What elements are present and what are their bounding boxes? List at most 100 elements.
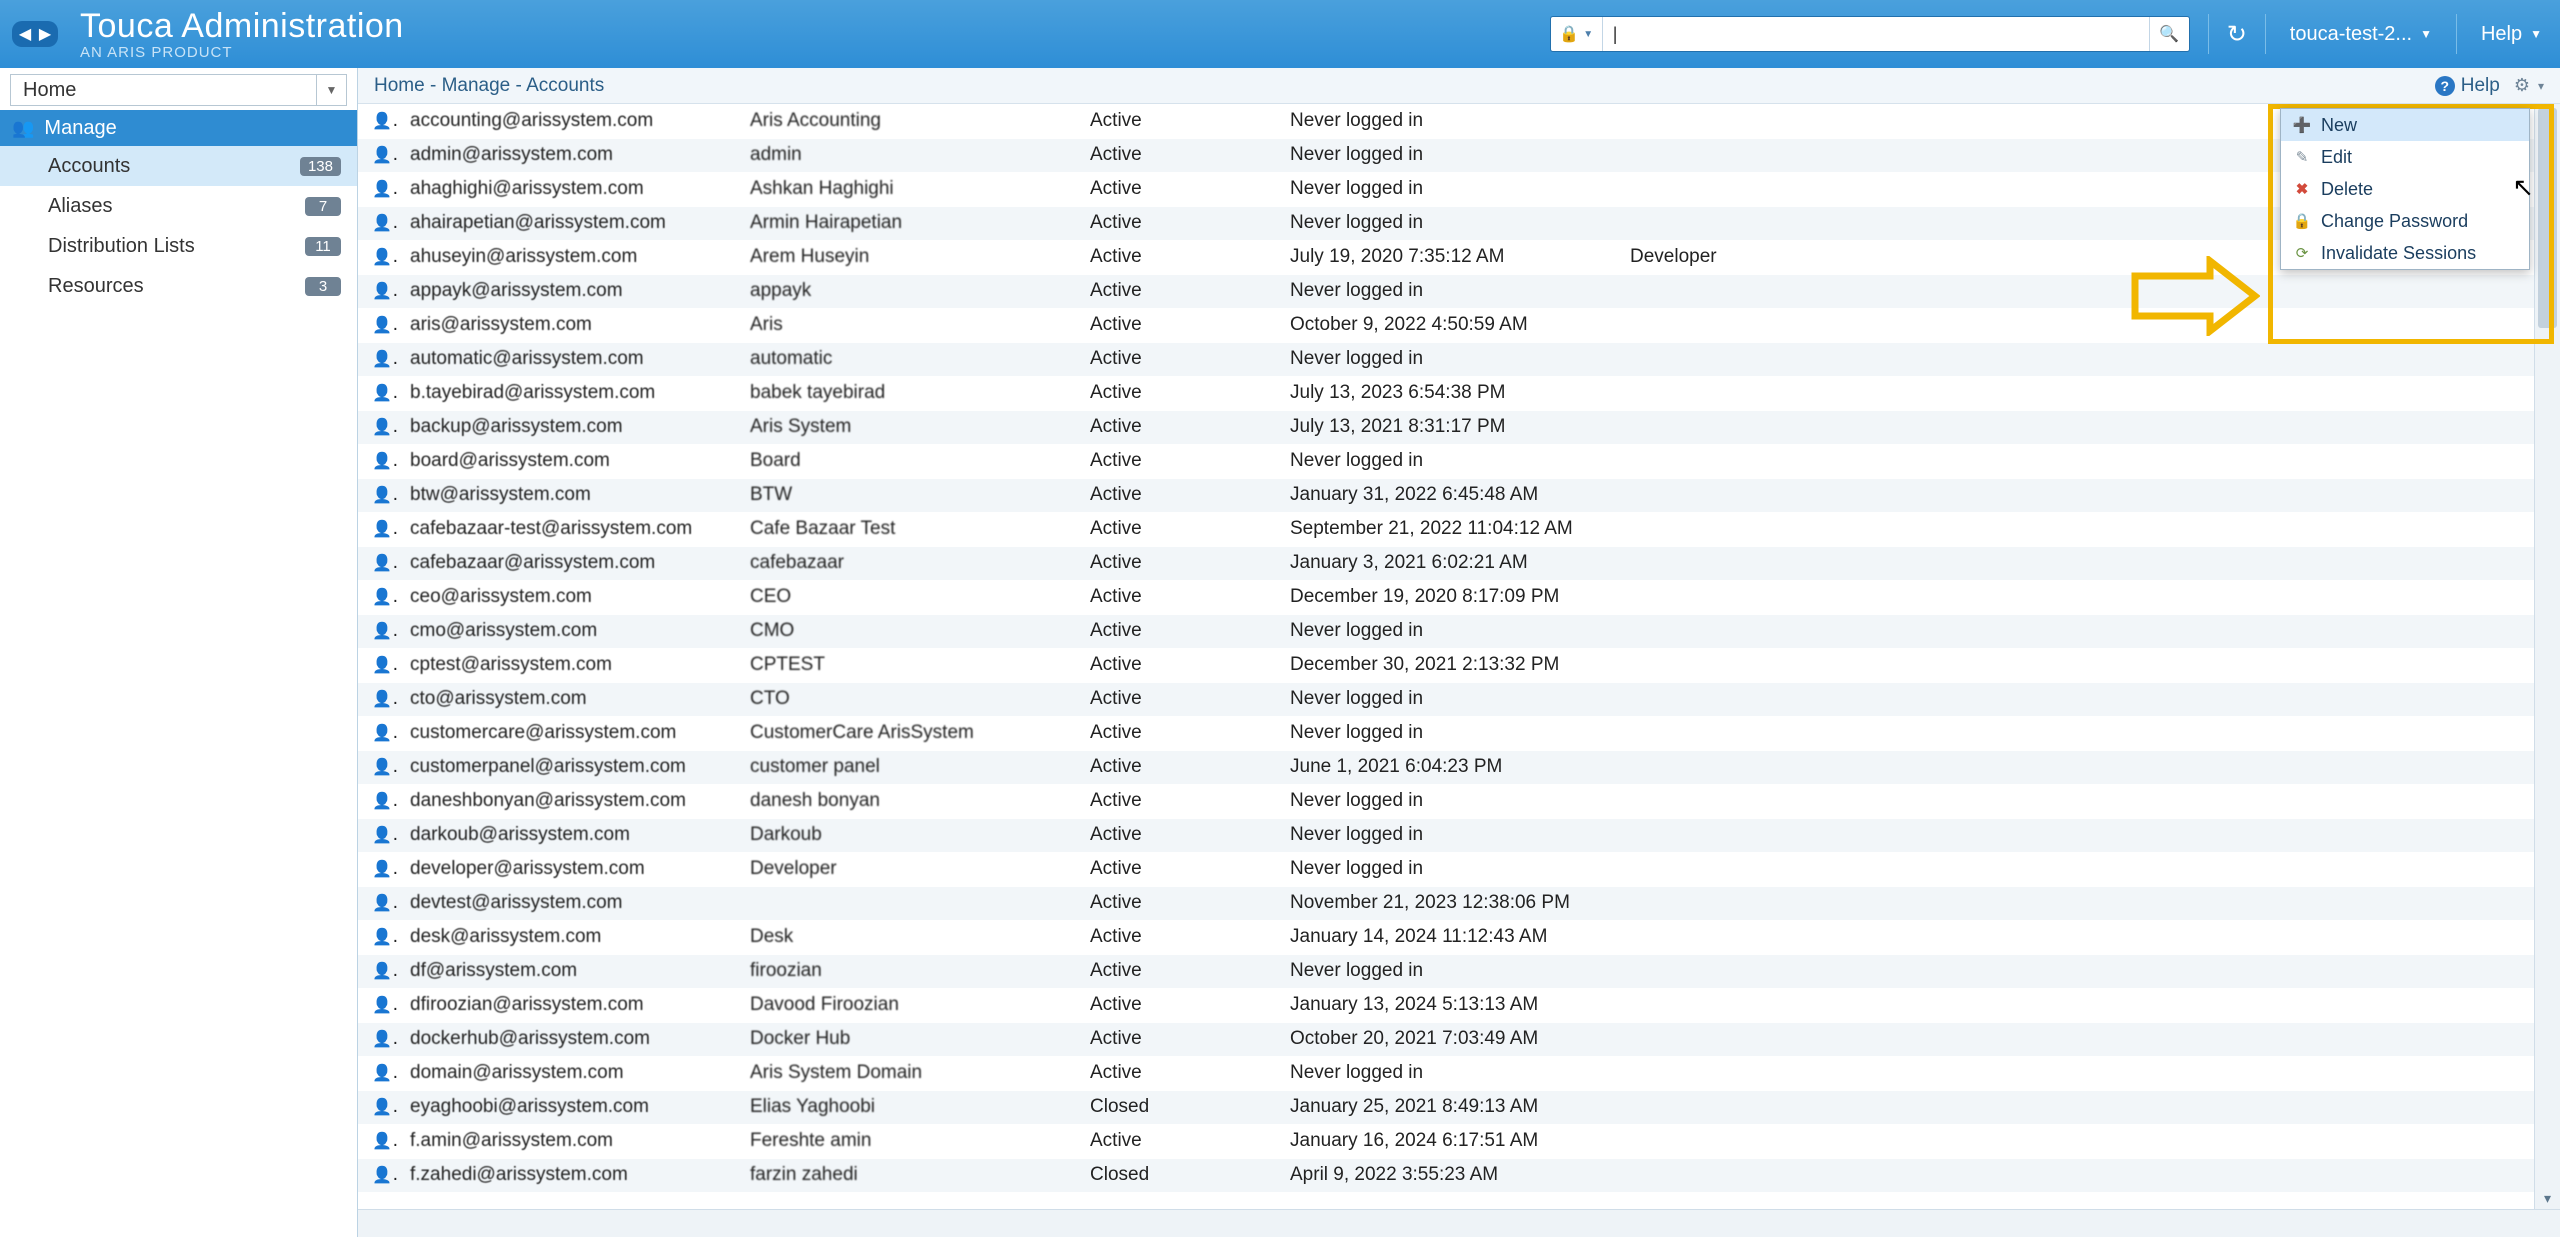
sidebar-item-aliases[interactable]: Aliases7 <box>0 186 357 226</box>
table-row[interactable]: 👤customerpanel@arissystem.comcustomer pa… <box>358 750 2560 784</box>
nav-forward-button[interactable]: ▶ <box>36 23 54 45</box>
sidebar-item-label: Distribution Lists <box>48 235 195 258</box>
help-icon: ? <box>2435 76 2455 96</box>
table-row[interactable]: 👤b.tayebirad@arissystem.combabek tayebir… <box>358 376 2560 410</box>
gear-icon[interactable]: ⚙ <box>2514 75 2530 96</box>
row-last-login: July 13, 2023 6:54:38 PM <box>1280 376 1620 410</box>
table-row[interactable]: 👤df@arissystem.comfiroozianActiveNever l… <box>358 954 2560 988</box>
row-email: cptest@arissystem.com <box>400 648 740 682</box>
row-last-login: Never logged in <box>1280 444 1620 478</box>
context-menu-edit[interactable]: ✎Edit <box>2281 141 2529 173</box>
context-menu-label: Delete <box>2321 179 2373 200</box>
table-row[interactable]: 👤dockerhub@arissystem.comDocker HubActiv… <box>358 1022 2560 1056</box>
delete-icon: ✖ <box>2293 180 2311 198</box>
home-dropdown[interactable]: Home ▼ <box>10 74 347 106</box>
table-row[interactable]: 👤cptest@arissystem.comCPTESTActiveDecemb… <box>358 648 2560 682</box>
search-button[interactable]: 🔍 <box>2149 17 2189 51</box>
table-row[interactable]: 👤daneshbonyan@arissystem.comdanesh bonya… <box>358 784 2560 818</box>
table-row[interactable]: 👤board@arissystem.comBoardActiveNever lo… <box>358 444 2560 478</box>
table-row[interactable]: 👤ahuseyin@arissystem.comArem HuseyinActi… <box>358 240 2560 274</box>
row-role <box>1620 206 1860 240</box>
table-row[interactable]: 👤domain@arissystem.comAris System Domain… <box>358 1056 2560 1090</box>
help-menu[interactable]: Help ▼ <box>2475 23 2548 46</box>
table-row[interactable]: 👤cafebazaar-test@arissystem.comCafe Baza… <box>358 512 2560 546</box>
row-role <box>1620 478 1860 512</box>
row-email: desk@arissystem.com <box>400 920 740 954</box>
table-row[interactable]: 👤admin@arissystem.comadminActiveNever lo… <box>358 138 2560 172</box>
user-icon: 👤 <box>372 1062 400 1083</box>
table-row[interactable]: 👤cafebazaar@arissystem.comcafebazaarActi… <box>358 546 2560 580</box>
user-icon: 👤 <box>372 212 400 233</box>
home-label: Home <box>11 79 316 102</box>
table-row[interactable]: 👤appayk@arissystem.comappaykActiveNever … <box>358 274 2560 308</box>
row-status: Active <box>1080 308 1280 342</box>
table-row[interactable]: 👤customercare@arissystem.comCustomerCare… <box>358 716 2560 750</box>
reload-button[interactable]: ↻ <box>2227 20 2247 49</box>
table-row[interactable]: 👤f.amin@arissystem.comFereshte aminActiv… <box>358 1124 2560 1158</box>
row-icon-cell: 👤 <box>358 546 400 580</box>
row-role <box>1620 682 1860 716</box>
row-last-login: Never logged in <box>1280 206 1620 240</box>
row-name: babek tayebirad <box>740 376 1080 410</box>
app-header: ◀ ▶ Touca Administration AN ARIS PRODUCT… <box>0 0 2560 68</box>
section-label: Manage <box>44 117 116 140</box>
row-role <box>1620 954 1860 988</box>
edit-icon: ✎ <box>2293 148 2311 166</box>
row-email: b.tayebirad@arissystem.com <box>400 376 740 410</box>
search-scope-dropdown[interactable]: 🔒 ▼ <box>1551 17 1603 51</box>
context-menu-change_password[interactable]: 🔒Change Password <box>2281 205 2529 237</box>
row-status: Active <box>1080 342 1280 376</box>
scroll-down-icon[interactable]: ▾ <box>2535 1190 2560 1207</box>
search-input[interactable] <box>1603 24 2149 45</box>
row-icon-cell: 👤 <box>358 920 400 954</box>
user-icon: 👤 <box>372 586 400 607</box>
context-menu-new[interactable]: ➕New <box>2281 109 2529 141</box>
sidebar-item-distribution-lists[interactable]: Distribution Lists11 <box>0 226 357 266</box>
table-row[interactable]: 👤developer@arissystem.comDeveloperActive… <box>358 852 2560 886</box>
table-row[interactable]: 👤btw@arissystem.comBTWActiveJanuary 31, … <box>358 478 2560 512</box>
table-row[interactable]: 👤cto@arissystem.comCTOActiveNever logged… <box>358 682 2560 716</box>
row-icon-cell: 👤 <box>358 274 400 308</box>
row-status: Active <box>1080 614 1280 648</box>
sidebar-item-resources[interactable]: Resources3 <box>0 266 357 306</box>
row-role <box>1620 512 1860 546</box>
row-status: Active <box>1080 580 1280 614</box>
user-icon: 👤 <box>372 994 400 1015</box>
row-name: farzin zahedi <box>740 1158 1080 1192</box>
row-role <box>1620 172 1860 206</box>
row-name: CustomerCare ArisSystem <box>740 716 1080 750</box>
lock-icon: 🔒 <box>1559 24 1579 44</box>
sidebar-item-accounts[interactable]: Accounts138 <box>0 146 357 186</box>
row-email: cafebazaar@arissystem.com <box>400 546 740 580</box>
nav-history: ◀ ▶ <box>12 21 58 47</box>
breadcrumb-home[interactable]: Home <box>374 75 425 96</box>
table-row[interactable]: 👤backup@arissystem.comAris SystemActiveJ… <box>358 410 2560 444</box>
table-row[interactable]: 👤devtest@arissystem.comActiveNovember 21… <box>358 886 2560 920</box>
sidebar-section-manage[interactable]: 👥 Manage <box>0 110 357 146</box>
separator <box>2208 14 2209 54</box>
gear-menu-button[interactable]: ▾ <box>2538 79 2544 93</box>
context-menu-delete[interactable]: ✖ Delete <box>2281 173 2529 205</box>
table-row[interactable]: 👤dfiroozian@arissystem.comDavood Firoozi… <box>358 988 2560 1022</box>
table-row[interactable]: 👤desk@arissystem.comDeskActiveJanuary 14… <box>358 920 2560 954</box>
table-row[interactable]: 👤ceo@arissystem.comCEOActiveDecember 19,… <box>358 580 2560 614</box>
nav-back-button[interactable]: ◀ <box>16 23 34 45</box>
table-row[interactable]: 👤cmo@arissystem.comCMOActiveNever logged… <box>358 614 2560 648</box>
table-row[interactable]: 👤ahaghighi@arissystem.comAshkan Haghighi… <box>358 172 2560 206</box>
table-row[interactable]: 👤darkoub@arissystem.comDarkoubActiveNeve… <box>358 818 2560 852</box>
row-name: danesh bonyan <box>740 784 1080 818</box>
user-menu[interactable]: touca-test-2... ▼ <box>2284 23 2438 46</box>
breadcrumb-manage[interactable]: Manage <box>442 75 511 96</box>
table-row[interactable]: 👤eyaghoobi@arissystem.comElias YaghoobiC… <box>358 1090 2560 1124</box>
context-help-button[interactable]: ? Help <box>2435 75 2500 97</box>
table-row[interactable]: 👤ahairapetian@arissystem.comArmin Hairap… <box>358 206 2560 240</box>
sidebar-item-badge: 3 <box>305 277 341 296</box>
context-menu-invalidate_sessions[interactable]: ⟳Invalidate Sessions <box>2281 237 2529 269</box>
scrollbar-thumb[interactable] <box>2538 108 2557 328</box>
table-row[interactable]: 👤f.zahedi@arissystem.comfarzin zahediClo… <box>358 1158 2560 1192</box>
vertical-scrollbar[interactable]: ▾ <box>2534 104 2560 1209</box>
table-row[interactable]: 👤accounting@arissystem.comAris Accountin… <box>358 104 2560 138</box>
table-row[interactable]: 👤aris@arissystem.comArisActiveOctober 9,… <box>358 308 2560 342</box>
table-row[interactable]: 👤automatic@arissystem.comautomaticActive… <box>358 342 2560 376</box>
row-role <box>1620 376 1860 410</box>
